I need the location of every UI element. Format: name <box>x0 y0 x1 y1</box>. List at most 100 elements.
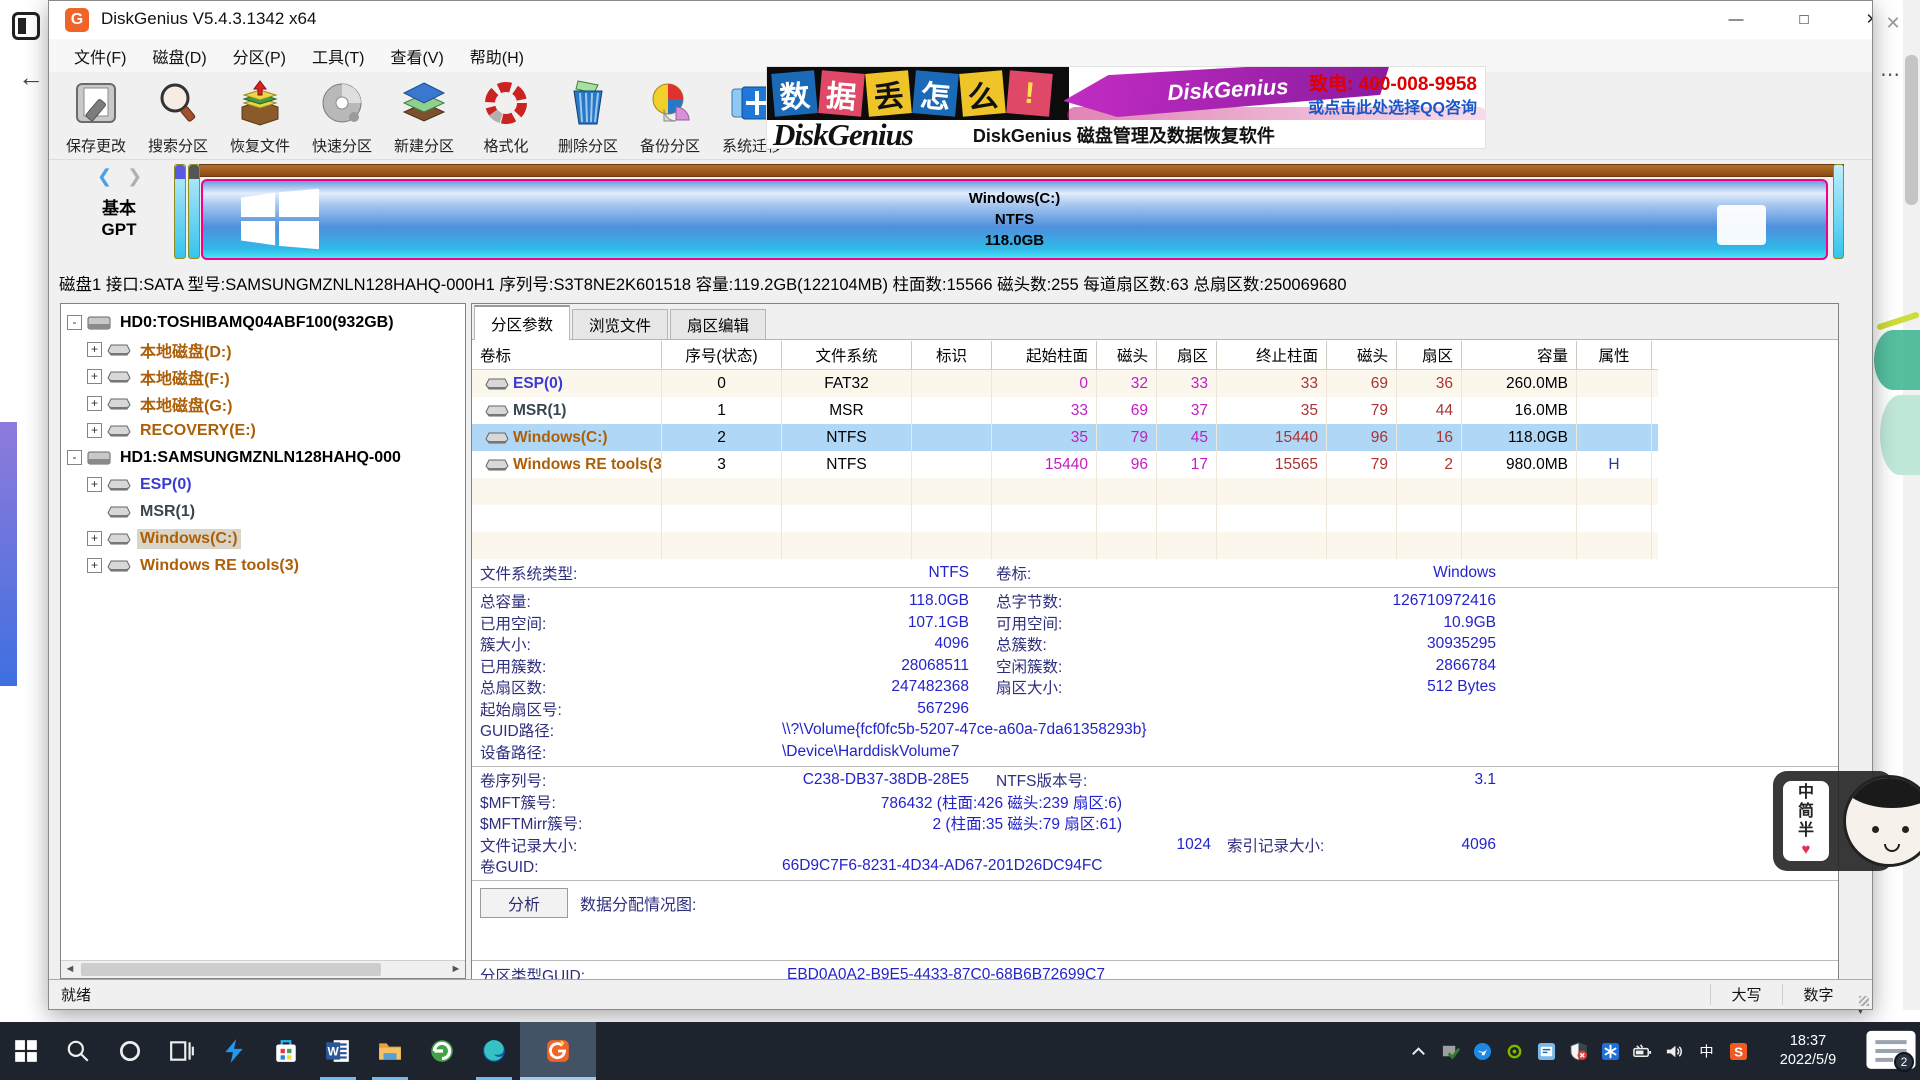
tree-item-Windows RE tools(3)[interactable]: +Windows RE tools(3) <box>61 552 465 579</box>
toolbar-button-备份分区[interactable]: 备份分区 <box>629 75 711 157</box>
tray-snowflake-icon[interactable] <box>1597 1022 1623 1080</box>
taskbar-word-icon[interactable]: W <box>312 1022 364 1080</box>
taskbar-clock[interactable]: 18:372022/5/9 <box>1762 1032 1854 1070</box>
menu-item-2[interactable]: 分区(P) <box>220 39 299 72</box>
expander-icon[interactable]: + <box>87 369 102 384</box>
close-button[interactable]: ✕ <box>1849 1 1873 39</box>
menu-item-1[interactable]: 磁盘(D) <box>139 39 219 72</box>
tray-sync-check-icon[interactable] <box>1437 1022 1463 1080</box>
expander-icon[interactable]: + <box>87 531 102 546</box>
toolbar-button-搜索分区[interactable]: 搜索分区 <box>137 75 219 157</box>
tray-intel-graphics-icon[interactable] <box>1533 1022 1559 1080</box>
scroll-right-icon[interactable]: ► <box>447 961 465 978</box>
menu-item-0[interactable]: 文件(F) <box>61 39 139 72</box>
column-header-起始柱面[interactable]: 起始柱面 <box>992 341 1097 369</box>
banner-qq-link[interactable]: 或点击此处选择QQ咨询 <box>1308 94 1477 118</box>
taskbar-task-view-icon[interactable] <box>156 1022 208 1080</box>
scroll-thumb[interactable] <box>81 963 381 976</box>
tray-dingtalk-icon[interactable] <box>1469 1022 1495 1080</box>
table-row-MSR(1)[interactable]: MSR(1)1MSR33693735794416.0MB <box>472 397 1658 424</box>
taskbar-flash-center-icon[interactable] <box>208 1022 260 1080</box>
browser-scrollbar-thumb[interactable] <box>1905 55 1918 205</box>
taskbar-diskgenius-icon[interactable] <box>520 1022 596 1080</box>
partition-bar-end[interactable] <box>1833 164 1844 259</box>
column-header-终止柱面[interactable]: 终止柱面 <box>1217 341 1327 369</box>
expander-icon[interactable]: + <box>87 558 102 573</box>
column-header-序号(状态)[interactable]: 序号(状态) <box>662 341 782 369</box>
browser-back-icon[interactable]: ← <box>18 62 44 93</box>
maximize-button[interactable]: □ <box>1781 1 1827 39</box>
expander-icon[interactable]: + <box>87 342 102 357</box>
expander-icon[interactable]: - <box>67 450 82 465</box>
column-header-容量[interactable]: 容量 <box>1462 341 1577 369</box>
toolbar-button-删除分区[interactable]: 删除分区 <box>547 75 629 157</box>
toolbar-button-保存更改[interactable]: 保存更改 <box>55 75 137 157</box>
expander-icon[interactable]: + <box>87 477 102 492</box>
tree-item-本地磁盘(F:)[interactable]: +本地磁盘(F:) <box>61 363 465 390</box>
partition-bar-msr[interactable] <box>188 164 200 259</box>
tray-chevron-up-icon[interactable] <box>1405 1022 1431 1080</box>
taskbar-search-icon[interactable] <box>52 1022 104 1080</box>
column-header-磁头[interactable]: 磁头 <box>1097 341 1157 369</box>
menu-item-3[interactable]: 工具(T) <box>299 39 377 72</box>
toolbar-button-快速分区[interactable]: 快速分区 <box>301 75 383 157</box>
column-header-磁头[interactable]: 磁头 <box>1327 341 1397 369</box>
column-header-文件系统[interactable]: 文件系统 <box>782 341 912 369</box>
tray-ime-zh-icon[interactable]: 中 <box>1693 1022 1719 1080</box>
column-header-标识[interactable]: 标识 <box>912 341 992 369</box>
taskbar-start-icon[interactable] <box>0 1022 52 1080</box>
browser-more-icon[interactable]: ⋯ <box>1880 62 1906 82</box>
table-row-ESP(0)[interactable]: ESP(0)0FAT3203233336936260.0MB <box>472 370 1658 397</box>
table-row-Windows(C:)[interactable]: Windows(C:)2NTFS357945154409616118.0GB <box>472 424 1658 451</box>
disk-nav-arrows[interactable]: ❮ ❯ <box>97 166 142 187</box>
tab-分区参数[interactable]: 分区参数 <box>474 305 570 340</box>
toolbar-button-新建分区[interactable]: 新建分区 <box>383 75 465 157</box>
prev-disk-icon[interactable]: ❮ <box>97 166 112 186</box>
taskbar-browser-360-icon[interactable] <box>416 1022 468 1080</box>
taskbar-explorer-icon[interactable] <box>364 1022 416 1080</box>
toolbar-button-恢复文件[interactable]: 恢复文件 <box>219 75 301 157</box>
tree-item-ESP(0)[interactable]: +ESP(0) <box>61 471 465 498</box>
resize-grip[interactable] <box>1854 980 1872 1009</box>
tray-security-shield-icon[interactable] <box>1565 1022 1591 1080</box>
taskbar-store-icon[interactable] <box>260 1022 312 1080</box>
column-header-扇区[interactable]: 扇区 <box>1397 341 1462 369</box>
toolbar-button-格式化[interactable]: 格式化 <box>465 75 547 157</box>
expander-icon[interactable]: - <box>67 315 82 330</box>
partition-bar-windows-c[interactable]: Windows(C:) NTFS 118.0GB <box>201 179 1828 260</box>
column-header-扇区[interactable]: 扇区 <box>1157 341 1217 369</box>
tree-item-HD0:TOSHIBAMQ04ABF100(932GB)[interactable]: -HD0:TOSHIBAMQ04ABF100(932GB) <box>61 309 465 336</box>
menu-item-5[interactable]: 帮助(H) <box>457 39 537 72</box>
expander-icon[interactable]: + <box>87 423 102 438</box>
tab-扇区编辑[interactable]: 扇区编辑 <box>670 309 766 339</box>
ime-status-widget[interactable]: 中简半♥ <box>1773 771 1893 871</box>
minimize-button[interactable]: — <box>1713 1 1759 39</box>
scroll-left-icon[interactable]: ◄ <box>61 961 79 978</box>
column-header-属性[interactable]: 属性 <box>1577 341 1652 369</box>
titlebar[interactable]: G DiskGenius V5.4.3.1342 x64 — □ ✕ <box>49 1 1872 39</box>
tree-horizontal-scrollbar[interactable]: ◄► <box>61 960 465 978</box>
tree-item-本地磁盘(D:)[interactable]: +本地磁盘(D:) <box>61 336 465 363</box>
analyze-button[interactable]: 分析 <box>480 888 568 918</box>
next-disk-icon[interactable]: ❯ <box>127 166 142 186</box>
partition-bar-esp[interactable] <box>174 164 186 259</box>
tab-浏览文件[interactable]: 浏览文件 <box>572 309 668 339</box>
tree-item-MSR(1)[interactable]: MSR(1) <box>61 498 465 525</box>
browser-close-icon[interactable]: ✕ <box>1876 8 1910 38</box>
tray-sogou-icon[interactable]: S <box>1725 1022 1751 1080</box>
tray-nvidia-icon[interactable] <box>1501 1022 1527 1080</box>
notification-center-icon[interactable]: 2 <box>1862 1022 1920 1080</box>
taskbar-cortana-icon[interactable] <box>104 1022 156 1080</box>
tree-item-Windows(C:)[interactable]: +Windows(C:) <box>61 525 465 552</box>
menu-item-4[interactable]: 查看(V) <box>377 39 456 72</box>
tray-battery-icon[interactable] <box>1629 1022 1655 1080</box>
expander-icon[interactable]: + <box>87 396 102 411</box>
tray-volume-icon[interactable] <box>1661 1022 1687 1080</box>
scroll-track[interactable] <box>381 961 447 978</box>
ad-banner[interactable]: 数据丢怎么! DiskGenius 致电: 400-008-9958 或点击此处… <box>766 66 1486 149</box>
column-header-卷标[interactable]: 卷标 <box>472 341 662 369</box>
tree-item-本地磁盘(G:)[interactable]: +本地磁盘(G:) <box>61 390 465 417</box>
table-row-Windows RE tools(3)[interactable]: Windows RE tools(3)3NTFS1544096171556579… <box>472 451 1658 478</box>
tree-item-RECOVERY(E:)[interactable]: +RECOVERY(E:) <box>61 417 465 444</box>
tree-item-HD1:SAMSUNGMZNLN128HAHQ-000[interactable]: -HD1:SAMSUNGMZNLN128HAHQ-000 <box>61 444 465 471</box>
